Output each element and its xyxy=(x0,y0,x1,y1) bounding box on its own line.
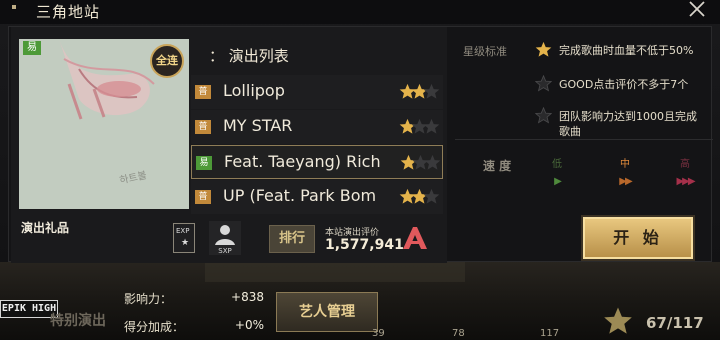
star-filled-icon xyxy=(399,188,416,204)
star-empty-icon xyxy=(423,188,440,204)
song-row-1[interactable]: 普 MY STAR xyxy=(191,110,443,144)
background-strip xyxy=(205,262,465,282)
score-bonus-label: 得分加成： xyxy=(124,320,185,334)
stage-dialog: 易 全连 하트볼 ： 演出列表 普 Lollipop 普 MY STAR 易 F… xyxy=(8,26,713,263)
star-filled-icon xyxy=(399,83,416,99)
star-empty-icon xyxy=(424,154,441,170)
speed-option-low[interactable]: 低 ▶ xyxy=(537,155,577,187)
exp-badge-text: EXP xyxy=(176,227,190,235)
star-empty-icon xyxy=(535,107,552,124)
star-empty-icon xyxy=(423,83,440,99)
speed-name: 中 xyxy=(620,159,630,170)
full-combo-badge: 全连 xyxy=(150,44,184,78)
star-empty-icon xyxy=(411,118,428,134)
speed-name: 低 xyxy=(552,159,562,170)
difficulty-badge: 易 xyxy=(196,156,212,170)
song-title: MY STAR xyxy=(223,116,293,135)
song-row-0[interactable]: 普 Lollipop xyxy=(191,75,443,109)
influence-value: +838 xyxy=(231,290,264,304)
speed-option-mid[interactable]: 中 ▶▶ xyxy=(605,155,645,187)
star-empty-icon xyxy=(423,118,440,134)
song-title: UP (Feat. Park Bom xyxy=(223,186,377,205)
speed-label: 速 度 xyxy=(483,159,512,173)
star-progress: 67/117 xyxy=(646,314,704,332)
special-performance-label: 特别演出 xyxy=(50,313,106,329)
difficulty-badge: 普 xyxy=(195,120,211,134)
song-row-3[interactable]: 普 UP (Feat. Park Bom xyxy=(191,180,443,214)
star-filled-icon xyxy=(400,154,417,170)
start-button[interactable]: 开 始 xyxy=(583,217,693,259)
item-count: 117 xyxy=(540,328,560,339)
top-bar: 三角地站 xyxy=(0,0,720,24)
song-row-2[interactable]: 易 Feat. Taeyang) Rich xyxy=(191,145,443,179)
ranking-button[interactable]: 排行 xyxy=(269,225,315,253)
score-bonus-value: +0% xyxy=(234,318,264,332)
difficulty-badge: 普 xyxy=(195,190,211,204)
artist-manage-button[interactable]: 艺人管理 xyxy=(276,292,378,332)
play-arrow-icon: ▶▶ xyxy=(619,176,632,187)
song-panel: 易 全连 하트볼 ： 演出列表 普 Lollipop 普 MY STAR 易 F… xyxy=(11,27,447,263)
influence-label: 影响力： xyxy=(124,292,173,306)
song-list: 普 Lollipop 普 MY STAR 易 Feat. Taeyang) Ri… xyxy=(191,75,443,215)
song-stars xyxy=(400,154,441,170)
star-filled-icon xyxy=(411,83,428,99)
play-arrow-icon: ▶ xyxy=(554,176,562,187)
sxp-badge-text: SXP xyxy=(218,247,231,255)
item-count: 78 xyxy=(452,328,465,339)
song-title: Feat. Taeyang) Rich xyxy=(224,152,381,171)
station-title: 三角地站 xyxy=(36,3,101,21)
speed-name: 高 xyxy=(680,159,690,170)
star-achieved-icon xyxy=(535,41,552,57)
sxp-reward-icon: SXP xyxy=(209,221,241,255)
difficulty-badge: 普 xyxy=(195,85,211,99)
song-stars xyxy=(399,118,440,134)
requirement-text: 完成歌曲时血量不低于50% xyxy=(559,44,694,57)
info-panel: 星级标准 完成歌曲时血量不低于50% GOOD点击评价不多于7个 团队影响力达到… xyxy=(455,27,713,263)
evaluation-score: 1,577,941 xyxy=(325,237,404,253)
star-empty-icon xyxy=(535,75,552,92)
album-cover: 易 全连 하트볼 xyxy=(19,39,189,209)
star-standard-label: 星级标准 xyxy=(463,45,507,58)
song-title: Lollipop xyxy=(223,81,285,100)
cover-difficulty-badge: 易 xyxy=(23,41,41,55)
speed-option-high[interactable]: 高 ▶▶▶ xyxy=(665,155,705,187)
requirement-text: 团队影响力达到1000且完成歌曲 xyxy=(559,110,697,138)
exp-reward-icon: EXP ★ xyxy=(173,223,195,253)
title-bullet-icon xyxy=(12,5,16,9)
grade-a-icon xyxy=(403,227,427,249)
star-filled-icon xyxy=(411,188,428,204)
play-arrow-icon: ▶▶▶ xyxy=(676,176,695,187)
requirement-text: GOOD点击评价不多于7个 xyxy=(559,78,689,91)
song-stars xyxy=(399,83,440,99)
panel-divider xyxy=(455,139,713,140)
star-filled-icon xyxy=(399,118,416,134)
song-stars xyxy=(399,188,440,204)
item-count: 39 xyxy=(372,328,385,339)
exp-star-icon: ★ xyxy=(181,238,190,248)
rewards-label: 演出礼品 xyxy=(21,221,70,235)
star-empty-icon xyxy=(412,154,429,170)
close-icon[interactable] xyxy=(686,0,708,20)
song-list-header: ： 演出列表 xyxy=(209,47,289,65)
star-total-icon xyxy=(604,307,632,334)
